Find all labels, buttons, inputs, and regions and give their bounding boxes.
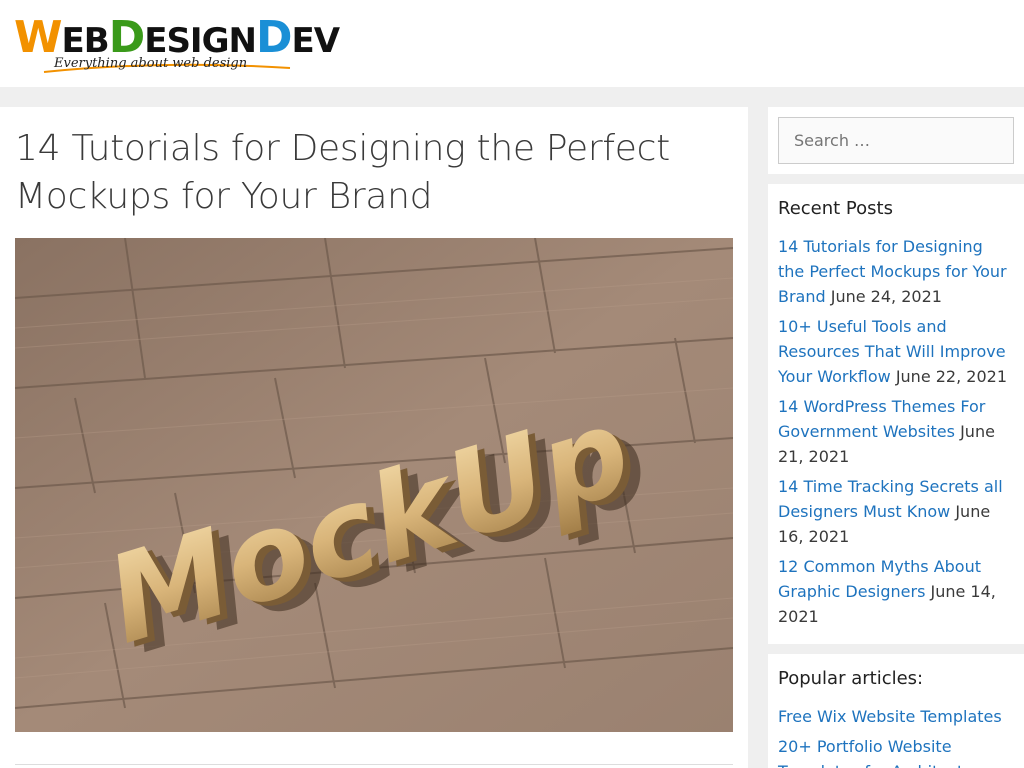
list-item: 10+ Useful Tools and Resources That Will… [778,314,1014,389]
recent-posts-list: 14 Tutorials for Designing the Perfect M… [778,234,1014,634]
site-header: WEBDESIGNDEV Everything about web design [0,0,1024,87]
recent-posts-widget: Recent Posts 14 Tutorials for Designing … [768,184,1024,644]
popular-article-link[interactable]: 20+ Portfolio Website Templates for Arch… [778,737,972,768]
logo-tagline: Everything about web design [54,56,248,71]
post-title[interactable]: 14 Tutorials for Designing the Perfect M… [15,125,715,221]
recent-post-link[interactable]: 14 WordPress Themes For Government Websi… [778,397,985,441]
popular-article-link[interactable]: Free Wix Website Templates [778,707,1002,726]
list-item: 14 Tutorials for Designing the Perfect M… [778,234,1014,309]
list-item: Free Wix Website Templates [778,704,1014,729]
list-item: 14 Time Tracking Secrets all Designers M… [778,474,1014,549]
list-item: 12 Common Myths About Graphic Designers … [778,554,1014,629]
search-input[interactable] [778,117,1014,164]
divider [15,764,733,765]
search-widget [768,107,1024,174]
site-logo[interactable]: WEBDESIGNDEV Everything about web design [14,12,340,78]
list-item: 20+ Portfolio Website Templates for Arch… [778,734,1014,768]
mockup-image: MockUp MockUp MockUp [15,238,733,732]
popular-articles-list: Free Wix Website Templates 20+ Portfolio… [778,704,1014,768]
recent-posts-title: Recent Posts [778,198,893,219]
featured-image[interactable]: MockUp MockUp MockUp [15,238,733,732]
post-date: June 24, 2021 [830,287,942,306]
logo-wordmark: WEBDESIGNDEV [14,12,340,63]
popular-articles-title: Popular articles: [778,668,924,689]
list-item: 14 WordPress Themes For Government Websi… [778,394,1014,469]
article-card: 14 Tutorials for Designing the Perfect M… [0,107,748,768]
popular-articles-widget: Popular articles: Free Wix Website Templ… [768,654,1024,768]
post-date: June 22, 2021 [895,367,1007,386]
